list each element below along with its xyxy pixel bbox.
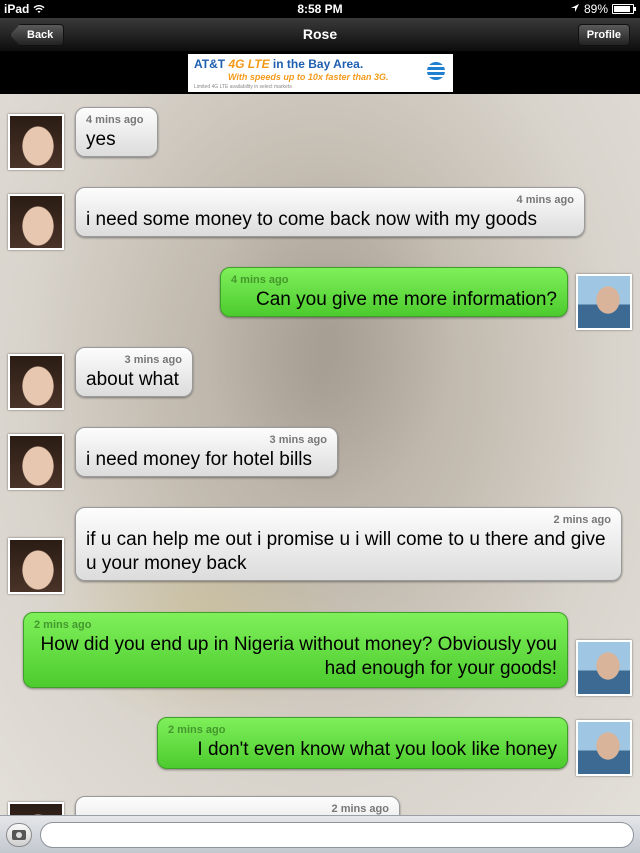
- message-text: Can you give me more information?: [256, 289, 557, 310]
- contact-avatar[interactable]: [8, 194, 64, 250]
- message-bubble-outgoing[interactable]: 2 mins ago How did you end up in Nigeria…: [23, 612, 568, 688]
- message-text: yes: [86, 129, 116, 150]
- ad-banner[interactable]: AT&T 4G LTE in the Bay Area. With speeds…: [188, 54, 453, 92]
- ad-headline: in the Bay Area.: [272, 57, 364, 71]
- message-text: I don't even know what you look like hon…: [197, 739, 557, 760]
- contact-avatar[interactable]: [8, 802, 64, 815]
- message-timestamp: 2 mins ago: [168, 724, 226, 736]
- message-input[interactable]: [40, 822, 634, 848]
- battery-icon: [612, 4, 636, 14]
- ad-badge: 4G LTE: [228, 57, 270, 71]
- status-bar: iPad 8:58 PM 89%: [0, 0, 640, 18]
- contact-avatar[interactable]: [8, 538, 64, 594]
- message-bubble-incoming[interactable]: 2 mins ago if u can help me out i promis…: [75, 507, 622, 581]
- ad-area: AT&T 4G LTE in the Bay Area. With speeds…: [0, 52, 640, 94]
- contact-avatar[interactable]: [8, 114, 64, 170]
- message-bubble-incoming[interactable]: 4 mins ago i need some money to come bac…: [75, 187, 585, 237]
- message-timestamp: 3 mins ago: [269, 434, 327, 446]
- status-time: 8:58 PM: [297, 2, 343, 16]
- ad-headline-row: AT&T 4G LTE in the Bay Area.: [194, 57, 363, 71]
- message-timestamp: 4 mins ago: [516, 194, 574, 206]
- message-bubble-outgoing[interactable]: 4 mins ago Can you give me more informat…: [220, 267, 568, 317]
- my-avatar[interactable]: [576, 274, 632, 330]
- my-avatar[interactable]: [576, 640, 632, 696]
- message-bubble-outgoing[interactable]: 2 mins ago I don't even know what you lo…: [157, 717, 568, 769]
- profile-button[interactable]: Profile: [577, 24, 630, 46]
- chat-area[interactable]: 4 mins ago yes 4 mins ago i need some mo…: [0, 94, 640, 815]
- ad-fine-print: Limited 4G LTE availability in select ma…: [194, 84, 292, 90]
- message-timestamp: 2 mins ago: [34, 619, 92, 631]
- camera-icon: [12, 830, 26, 840]
- camera-button[interactable]: [6, 823, 32, 847]
- my-avatar[interactable]: [576, 720, 632, 776]
- message-timestamp: 4 mins ago: [231, 274, 289, 286]
- message-bubble-incoming[interactable]: 3 mins ago i need money for hotel bills: [75, 427, 338, 477]
- message-bubble-incoming[interactable]: 4 mins ago yes: [75, 107, 158, 157]
- ad-tagline: With speeds up to 10x faster than 3G.: [228, 72, 389, 82]
- message-text: about what: [86, 369, 179, 390]
- compose-bar: [0, 815, 640, 853]
- ad-brand: AT&T: [194, 57, 226, 71]
- conversation-title: Rose: [302, 26, 338, 42]
- message-text: How did you end up in Nigeria without mo…: [40, 634, 557, 679]
- battery-fill: [614, 6, 631, 12]
- contact-avatar[interactable]: [8, 354, 64, 410]
- message-bubble-incoming[interactable]: 2 mins ago: [75, 796, 400, 815]
- message-timestamp: 4 mins ago: [86, 114, 144, 126]
- message-bubble-incoming[interactable]: 3 mins ago about what: [75, 347, 193, 397]
- att-globe-icon: [427, 62, 445, 80]
- message-text: i need money for hotel bills: [86, 449, 313, 470]
- message-timestamp: 2 mins ago: [553, 514, 611, 526]
- message-text: if u can help me out i promise u i will …: [86, 529, 606, 574]
- message-timestamp: 3 mins ago: [124, 354, 182, 366]
- location-arrow-icon: [570, 2, 580, 16]
- nav-bar: Back Rose Profile: [0, 18, 640, 52]
- status-right: 89%: [570, 2, 636, 16]
- message-timestamp: 2 mins ago: [331, 803, 389, 815]
- battery-percent: 89%: [583, 2, 608, 16]
- message-text: i need some money to come back now with …: [86, 209, 537, 230]
- contact-avatar[interactable]: [8, 434, 64, 490]
